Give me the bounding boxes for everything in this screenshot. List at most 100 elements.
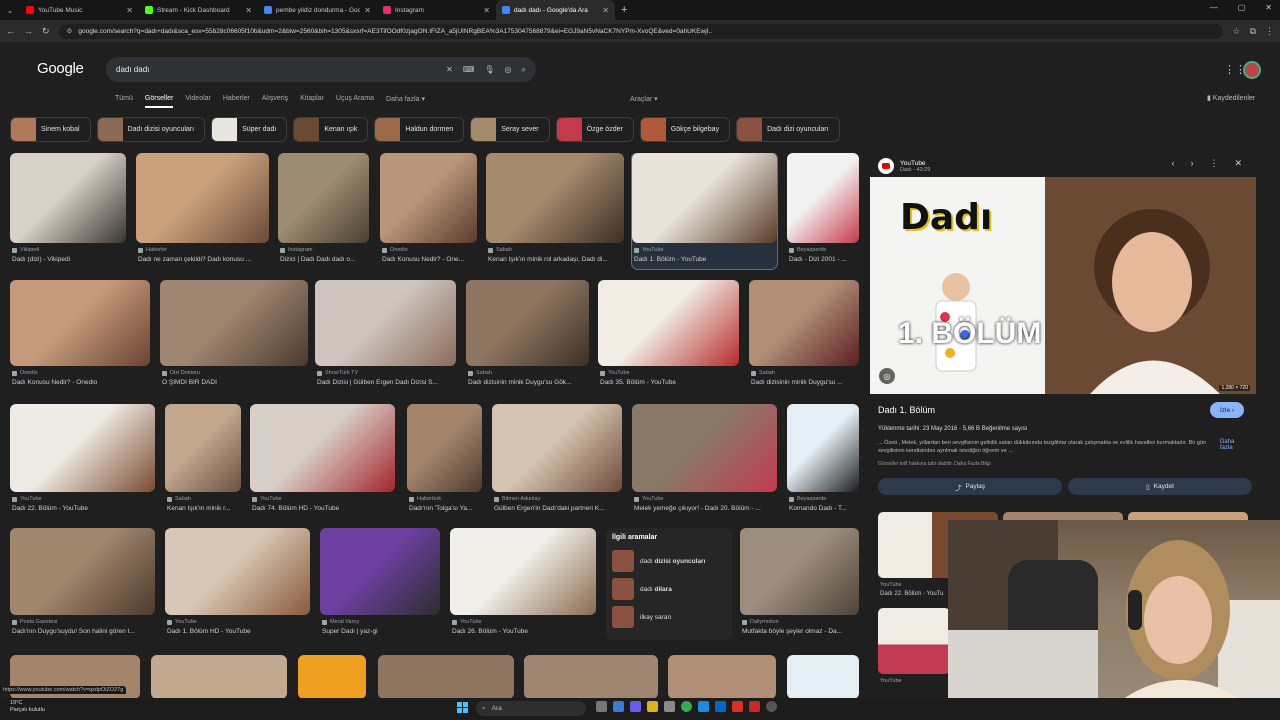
- browser-tab[interactable]: dadı dadı - Google'da Ara ✕: [496, 0, 615, 20]
- browser-tab[interactable]: Stream - Kick Dashboard ✕: [139, 0, 258, 20]
- url-bar[interactable]: ⚙ google.com/search?q=dadı+dadı&sca_esv=…: [58, 23, 1224, 39]
- taskbar-search[interactable]: ⌕ Ara: [476, 701, 586, 716]
- tab-search-icon[interactable]: ⌄: [0, 6, 20, 15]
- video-title[interactable]: Dadı 1. Bölüm: [878, 405, 935, 415]
- result-caption[interactable]: Mutfakta böyle şeyler olmaz - Da...: [742, 628, 860, 635]
- chip[interactable]: Kenan ışık: [293, 117, 369, 142]
- reload-icon[interactable]: ↻: [42, 26, 50, 37]
- chip[interactable]: Özge özder: [555, 117, 634, 142]
- image-result[interactable]: Haberler Dadı ne zaman çekildi? Dadı konu…: [136, 153, 269, 269]
- image-result[interactable]: YouTube Melek yemeğe çıkıyor! - Dadı 20. …: [632, 404, 777, 518]
- forward-icon[interactable]: →: [24, 26, 33, 36]
- explorer-icon[interactable]: [647, 701, 658, 712]
- search-query[interactable]: dadı dadı: [116, 65, 436, 74]
- close-tab-icon[interactable]: ✕: [126, 6, 133, 15]
- filter-tab[interactable]: Videolar: [185, 95, 211, 108]
- menu-icon[interactable]: ⋮: [1265, 26, 1274, 37]
- close-tab-icon[interactable]: ✕: [245, 6, 252, 15]
- image-result[interactable]: Sabah Kenan Işık'ın minik rol arkadaşı, D…: [486, 153, 624, 269]
- search-icon[interactable]: ⌕: [522, 65, 526, 75]
- image-result[interactable]: Sabah Kenan Işık'ın minik r...: [165, 404, 241, 518]
- browser-tab[interactable]: YouTube Music ✕: [20, 0, 139, 20]
- result-caption[interactable]: Dadı 74. Bölüm HD - YouTube: [252, 505, 397, 512]
- result-caption[interactable]: Dadı dizisinin minik Duygu'su Gök...: [468, 379, 591, 386]
- result-caption[interactable]: Dadı 26. Bölüm - YouTube: [452, 628, 598, 635]
- clear-icon[interactable]: ✕: [446, 65, 453, 74]
- result-caption[interactable]: Kenan Işık'ın minik rol arkadaşı, Dadı d…: [488, 256, 626, 263]
- obs-icon[interactable]: [766, 701, 777, 712]
- close-tab-icon[interactable]: ✕: [602, 6, 609, 15]
- watch-button[interactable]: İzle ›: [1210, 402, 1244, 418]
- extensions-icon[interactable]: ⧉: [1250, 26, 1256, 37]
- preview-image[interactable]: Dadı 1. BÖLÜM ◎ 1.280 × 720: [870, 177, 1256, 394]
- related-search-item[interactable]: dadı dizisi oyuncuları: [612, 547, 726, 575]
- result-caption[interactable]: Dadı - Dizi 2001 - ...: [789, 256, 860, 263]
- result-caption[interactable]: Dadı 1. Bölüm - YouTube: [634, 256, 779, 263]
- result-caption[interactable]: Dadı Konusu Nedir? - Onedio: [12, 379, 152, 386]
- chip[interactable]: Sinem kobal: [10, 117, 91, 142]
- weather-widget[interactable]: 19°C Parçalı bulutlu: [10, 700, 45, 714]
- result-caption[interactable]: Dadı 1. Bölüm HD - YouTube: [167, 628, 312, 635]
- task-view-icon[interactable]: [596, 701, 607, 712]
- maximize-icon[interactable]: ▢: [1238, 3, 1246, 12]
- result-caption[interactable]: Dadı Dizisi | Gülben Ergen Dadı Dizisi S…: [317, 379, 458, 386]
- image-result[interactable]: Instagram Dizici | Dadı Dadı dadı o...: [278, 153, 369, 269]
- result-caption[interactable]: Dadı Konusu Nedir? - One...: [382, 256, 479, 263]
- filter-tab[interactable]: Kitaplar: [300, 95, 324, 108]
- image-result[interactable]: YouTube Dadı 1. Bölüm HD - YouTube: [165, 528, 310, 641]
- tools-button[interactable]: Araçlar ▾: [630, 95, 658, 103]
- prev-icon[interactable]: ‹: [1171, 158, 1174, 169]
- save-button[interactable]: ▯ Kaydet: [1068, 478, 1252, 495]
- filter-tab[interactable]: Haberler: [223, 95, 250, 108]
- chrome-icon[interactable]: [681, 701, 692, 712]
- new-tab-button[interactable]: +: [621, 4, 627, 16]
- related-search-item[interactable]: dadı dilara: [612, 575, 726, 603]
- filter-tab[interactable]: Tümü: [115, 95, 133, 108]
- image-result[interactable]: Beyazperde Komando Dadı - T...: [787, 404, 859, 518]
- close-tab-icon[interactable]: ✕: [483, 6, 490, 15]
- image-result[interactable]: Sabah Dadı dizisinin minik Duygu'su Gök..…: [466, 280, 589, 392]
- result-caption[interactable]: Super Dadı | yaz-gi: [322, 628, 442, 635]
- browser-tab[interactable]: pembe yildiz dondurma - Goog ✕: [258, 0, 377, 20]
- image-result[interactable]: Onedio Dadı Konusu Nedir? - One...: [380, 153, 477, 269]
- more-icon[interactable]: ⋮: [1209, 158, 1218, 169]
- image-result[interactable]: Posta Gazetesi Dadı'nın Duygu'suydu! Son …: [10, 528, 155, 641]
- keyboard-icon[interactable]: ⌨: [463, 65, 475, 74]
- saved-button[interactable]: ▮ Kaydedilenler: [1207, 94, 1255, 102]
- image-result[interactable]: ShowTürk TV Dadı Dizisi | Gülben Ergen Da…: [315, 280, 456, 392]
- image-result[interactable]: Bitmen Adunlay Gülben Ergen'in Dadı'daki …: [492, 404, 622, 518]
- result-caption[interactable]: Dadı 35. Bölüm - YouTube: [600, 379, 741, 386]
- result-caption[interactable]: Dadı ne zaman çekildi? Dadı konusu ...: [138, 256, 271, 263]
- image-result[interactable]: Meral Varuy Super Dadı | yaz-gi: [320, 528, 440, 641]
- chip[interactable]: Süper dadı: [211, 117, 288, 142]
- result-caption[interactable]: Komando Dadı - T...: [789, 505, 860, 512]
- filter-tab[interactable]: Görseller: [144, 95, 174, 108]
- image-result[interactable]: Vikipedi Dadı (dizi) - Vikipedi: [10, 153, 126, 269]
- back-icon[interactable]: ←: [6, 26, 15, 36]
- site-info-icon[interactable]: ⚙: [67, 27, 73, 35]
- result-caption[interactable]: Dadı'nın Duygu'suydu! Son halini gören t…: [12, 628, 157, 635]
- teams-icon[interactable]: [630, 701, 641, 712]
- filter-tab[interactable]: Uçuş Arama: [336, 95, 374, 108]
- filter-tab[interactable]: Alışveriş: [262, 95, 288, 108]
- google-logo[interactable]: Google: [37, 60, 84, 77]
- image-result[interactable]: Sabah Dadı dizisinin minik Duygu'su ...: [749, 280, 859, 392]
- edge-icon[interactable]: [698, 701, 709, 712]
- image-result[interactable]: Dizi Doktoru O ŞİMDİ BİR DADI: [160, 280, 308, 392]
- lens-icon[interactable]: ◎: [505, 65, 512, 74]
- search-box[interactable]: dadı dadı ✕ ⌨ 🎙 ◎ ⌕: [106, 57, 536, 82]
- chip[interactable]: Seray sever: [470, 117, 550, 142]
- avatar[interactable]: [1243, 61, 1261, 79]
- image-result[interactable]: Beyazperde Dadı - Dizi 2001 - ...: [787, 153, 859, 269]
- chip[interactable]: Dadı dizisi oyuncuları: [96, 117, 206, 142]
- close-tab-icon[interactable]: ✕: [364, 6, 371, 15]
- result-caption[interactable]: Dizici | Dadı Dadı dadı o...: [280, 256, 371, 263]
- image-result[interactable]: Onedio Dadı Konusu Nedir? - Onedio: [10, 280, 150, 392]
- chip[interactable]: Haldun dormen: [374, 117, 465, 142]
- image-result[interactable]: Dailymotion Mutfakta böyle şeyler olmaz -…: [740, 528, 859, 641]
- close-window-icon[interactable]: ✕: [1265, 3, 1272, 12]
- result-caption[interactable]: Dadı'nın 'Tolga'sı Ya...: [409, 505, 484, 512]
- image-result[interactable]: Habertürk Dadı'nın 'Tolga'sı Ya...: [407, 404, 482, 518]
- more-link[interactable]: Daha fazla: [1220, 439, 1244, 451]
- browser-tab[interactable]: Instagram ✕: [377, 0, 496, 20]
